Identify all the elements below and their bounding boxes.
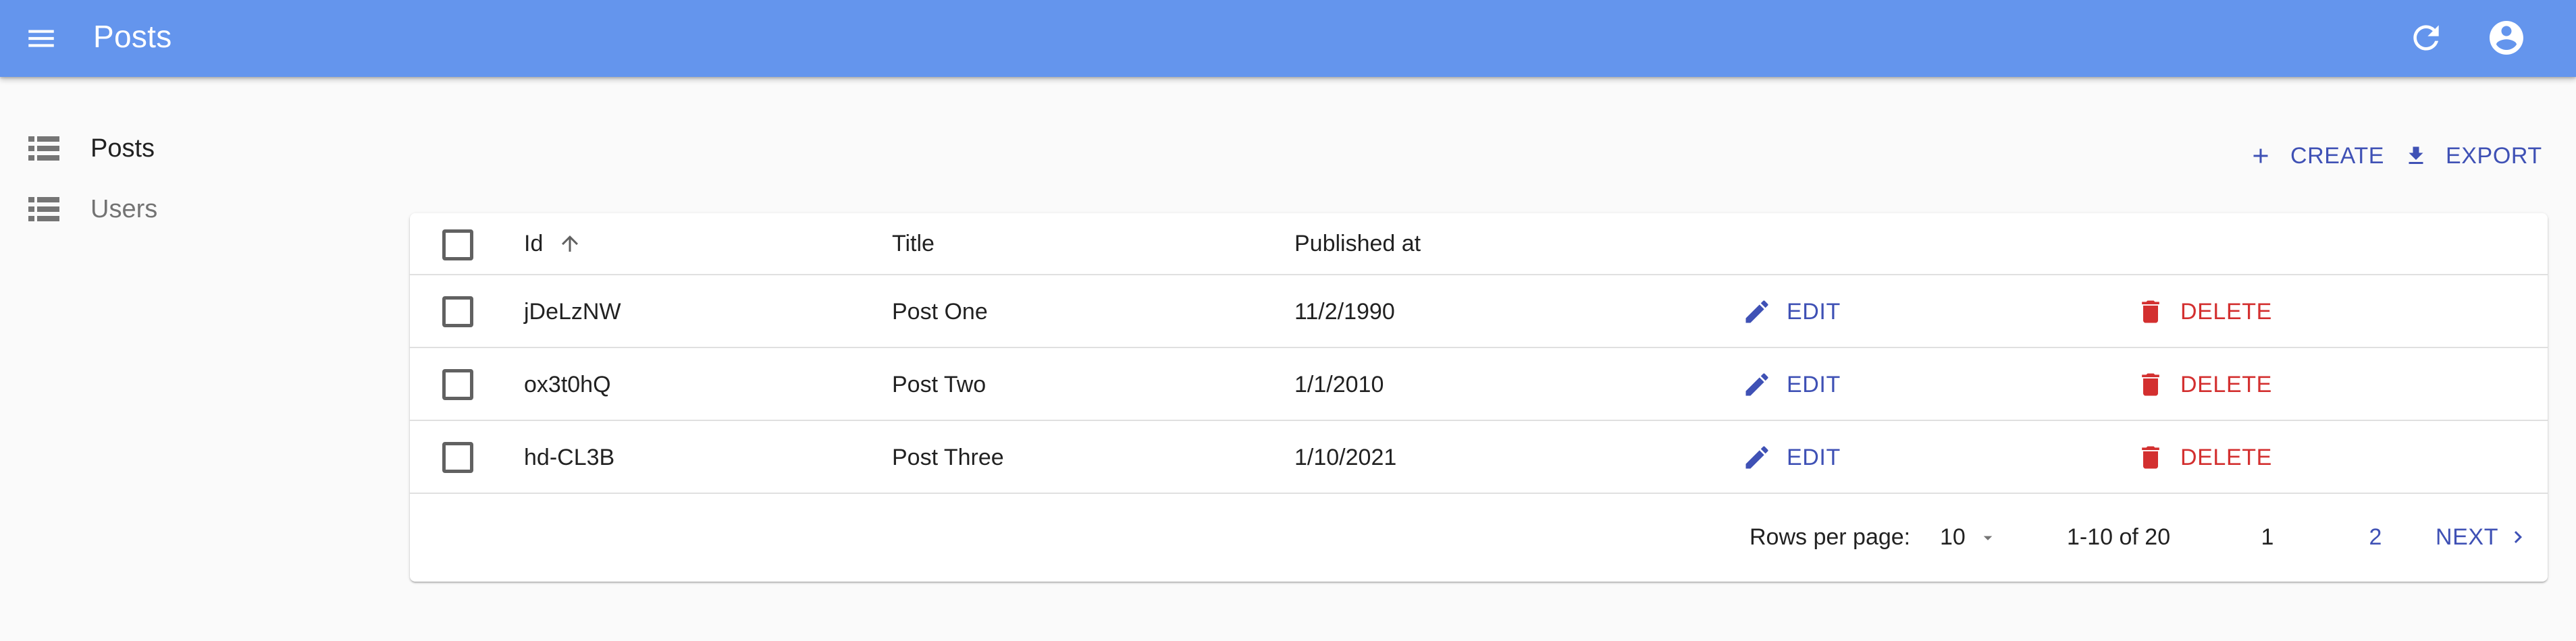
rows-per-page-label: Rows per page:	[1750, 524, 1911, 550]
delete-label: DELETE	[2180, 445, 2272, 470]
download-icon	[2409, 146, 2423, 164]
delete-button[interactable]: DELETE	[2136, 297, 2284, 327]
menu-icon[interactable]	[24, 22, 58, 55]
cell-title: Post Two	[892, 372, 987, 397]
rows-per-page-select[interactable]: 10	[1940, 520, 2005, 555]
edit-button[interactable]: EDIT	[1742, 370, 1843, 399]
column-header-published[interactable]: Published at	[1294, 229, 1421, 258]
cell-published: 1/1/2010	[1294, 372, 1384, 397]
cell-published: 11/2/1990	[1294, 299, 1395, 325]
list-icon	[28, 136, 59, 161]
pencil-icon	[1745, 373, 1768, 396]
next-label: NEXT	[2436, 524, 2499, 550]
cell-id: jDeLzNW	[524, 299, 621, 325]
app-bar: Posts	[0, 0, 2576, 77]
trash-icon	[2142, 446, 2159, 469]
trash-icon	[2142, 373, 2159, 396]
edit-button[interactable]: EDIT	[1742, 297, 1843, 327]
edit-label: EDIT	[1787, 299, 1841, 325]
sidebar-item-users[interactable]: Users	[0, 182, 378, 236]
delete-label: DELETE	[2180, 372, 2272, 397]
trash-icon	[2142, 300, 2159, 323]
row-checkbox[interactable]	[442, 442, 473, 473]
refresh-icon[interactable]	[2407, 19, 2445, 57]
table-row[interactable]: ox3t0hQ Post Two 1/1/2010 EDIT DELETE	[410, 348, 2548, 421]
row-checkbox[interactable]	[442, 369, 473, 400]
cell-title: Post Three	[892, 445, 1004, 470]
export-button[interactable]: EXPORT	[2404, 138, 2542, 174]
list-icon	[28, 197, 59, 221]
sidebar-item-label: Posts	[90, 134, 155, 163]
chevron-right-icon	[2514, 531, 2522, 543]
page-button-1[interactable]: 1	[2257, 522, 2278, 552]
select-all-checkbox[interactable]	[442, 229, 473, 260]
table-row[interactable]: hd-CL3B Post Three 1/10/2021 EDIT DELETE	[410, 421, 2548, 494]
row-checkbox[interactable]	[442, 296, 473, 327]
page-range: 1-10 of 20	[2067, 524, 2171, 550]
sort-ascending-icon	[562, 235, 578, 252]
delete-label: DELETE	[2180, 299, 2272, 325]
posts-table: Id Title Published at jDeLzNW Post One 1…	[410, 213, 2548, 582]
cell-published: 1/10/2021	[1294, 445, 1397, 470]
plus-icon	[2253, 148, 2268, 163]
cell-id: hd-CL3B	[524, 445, 615, 470]
delete-button[interactable]: DELETE	[2136, 370, 2284, 399]
column-header-id-label: Id	[524, 231, 544, 256]
sidebar-item-posts[interactable]: Posts	[0, 121, 378, 175]
column-header-id[interactable]: Id	[524, 229, 578, 258]
sidebar-item-label: Users	[90, 195, 158, 223]
caret-down-icon	[1983, 536, 1993, 540]
create-button[interactable]: CREATE	[2249, 138, 2386, 174]
column-header-title[interactable]: Title	[892, 229, 935, 258]
page-button-2[interactable]: 2	[2365, 522, 2386, 552]
next-page-button[interactable]: NEXT	[2436, 521, 2534, 553]
pencil-icon	[1745, 446, 1768, 469]
table-header: Id Title Published at	[410, 213, 2548, 275]
edit-label: EDIT	[1787, 372, 1841, 397]
table-row[interactable]: jDeLzNW Post One 11/2/1990 EDIT DELETE	[410, 275, 2548, 348]
rows-per-page-value: 10	[1940, 524, 1966, 550]
app-title: Posts	[93, 19, 172, 54]
edit-button[interactable]: EDIT	[1742, 443, 1843, 472]
cell-title: Post One	[892, 299, 988, 325]
delete-button[interactable]: DELETE	[2136, 443, 2284, 472]
edit-label: EDIT	[1787, 445, 1841, 470]
create-label: CREATE	[2290, 143, 2384, 169]
export-label: EXPORT	[2446, 143, 2542, 169]
cell-id: ox3t0hQ	[524, 372, 611, 397]
account-icon[interactable]	[2486, 18, 2527, 58]
pencil-icon	[1745, 300, 1768, 323]
